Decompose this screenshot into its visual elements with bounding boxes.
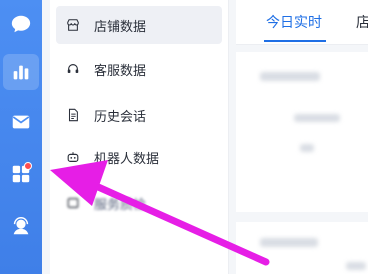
tab-bar: 今日实时 店 [236, 0, 368, 45]
data-menu: 店铺数据 客服数据 历史会话 机器人数据 服务质检 [50, 0, 229, 274]
main-panel: 今日实时 店 [230, 0, 368, 274]
blurred-text [260, 238, 318, 247]
menu-item-label: 客服数据 [94, 63, 147, 79]
active-tab-indicator [264, 40, 326, 42]
rail-support-button[interactable] [3, 208, 39, 244]
menu-item-robot-data[interactable]: 机器人数据 [56, 138, 222, 176]
rail-chat-button[interactable] [3, 6, 39, 42]
blurred-text [300, 144, 314, 152]
menu-item-label: 历史会话 [94, 109, 147, 125]
user-support-icon [13, 217, 29, 235]
rail-apps-button[interactable] [3, 156, 39, 192]
blurred-text [294, 114, 340, 122]
realtime-card [236, 52, 368, 212]
tab-today-realtime[interactable]: 今日实时 [266, 12, 322, 32]
store-icon [66, 18, 80, 32]
rail-stats-button[interactable] [3, 54, 39, 90]
notification-dot [24, 162, 32, 170]
second-card [236, 222, 368, 274]
tab-store[interactable]: 店 [356, 12, 368, 32]
menu-item-label: 机器人数据 [94, 151, 160, 167]
mail-icon [12, 115, 30, 129]
menu-item-label: 服务质检 [94, 197, 147, 213]
blurred-text [346, 262, 366, 270]
document-icon [66, 108, 80, 122]
chat-bubble-icon [11, 15, 31, 33]
menu-item-history[interactable]: 历史会话 [56, 96, 222, 134]
inspect-icon [66, 196, 80, 210]
bar-chart-icon [13, 65, 29, 80]
menu-item-quality-check[interactable]: 服务质检 [56, 184, 222, 222]
menu-item-label: 店铺数据 [94, 19, 147, 35]
rail-mail-button[interactable] [3, 104, 39, 140]
headset-icon [66, 62, 80, 76]
blurred-text [260, 72, 320, 81]
icon-rail [0, 0, 42, 274]
robot-icon [66, 150, 80, 164]
menu-item-store-data[interactable]: 店铺数据 [56, 6, 222, 44]
menu-item-service-data[interactable]: 客服数据 [56, 50, 222, 88]
